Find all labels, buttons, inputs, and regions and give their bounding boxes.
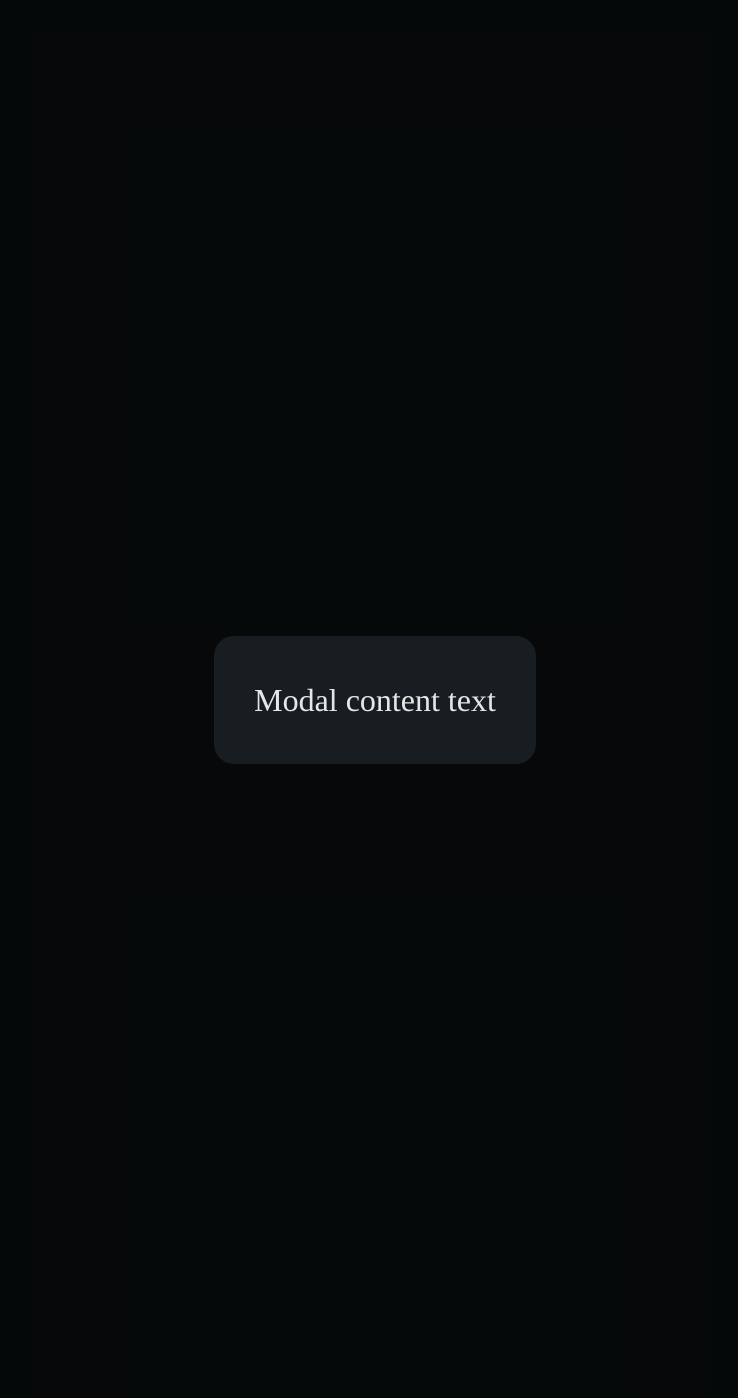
screen: Modal content text [0,0,738,1398]
modal-dialog[interactable]: Modal content text [214,636,536,764]
modal-content-text: Modal content text [254,682,496,718]
